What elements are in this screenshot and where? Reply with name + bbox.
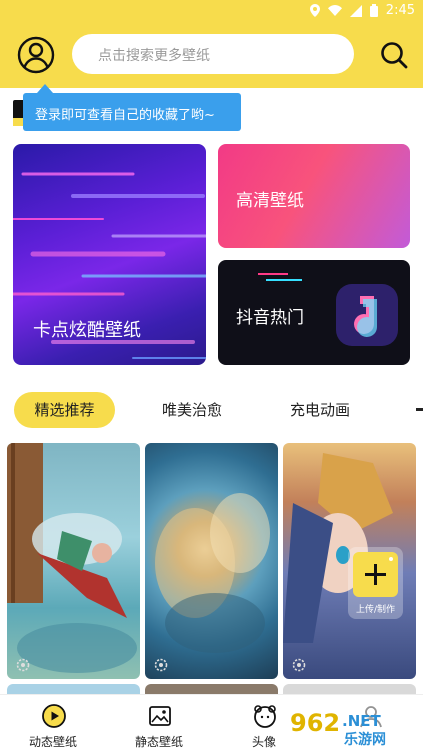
wallpaper-thumbnail[interactable] xyxy=(7,443,140,679)
gear-icon xyxy=(16,658,30,672)
feature-label: 卡点炫酷壁纸 xyxy=(33,320,141,341)
nav-item-static-wallpaper[interactable]: 静态壁纸 xyxy=(119,699,199,751)
wifi-icon xyxy=(327,5,342,16)
status-time: 2:45 xyxy=(385,3,415,18)
image-icon xyxy=(149,706,171,726)
wallpaper-art xyxy=(7,443,137,673)
feature-label: 高清壁纸 xyxy=(236,191,304,211)
svg-text:.NET: .NET xyxy=(342,712,381,730)
tab-charging-animation[interactable]: 充电动画 xyxy=(290,392,350,428)
gear-icon xyxy=(154,658,168,672)
search-placeholder: 点击搜索更多壁纸 xyxy=(98,48,210,64)
wallpaper-thumbnail[interactable] xyxy=(145,443,278,679)
wallpaper-art xyxy=(155,493,270,653)
battery-icon xyxy=(369,4,378,17)
feature-card-hd-wallpaper[interactable]: 高清壁纸 xyxy=(218,144,410,248)
nav-label: 动态壁纸 xyxy=(28,735,77,749)
upload-create-label: 上传/制作 xyxy=(355,605,396,615)
user-avatar-icon[interactable] xyxy=(17,36,55,74)
signal-icon xyxy=(349,4,362,17)
category-tabs: 精选推荐 唯美治愈 充电动画 xyxy=(0,392,423,428)
play-circle-icon xyxy=(42,704,66,728)
status-bar: 2:45 xyxy=(0,0,423,22)
tab-aesthetic-healing[interactable]: 唯美治愈 xyxy=(162,392,222,428)
nav-label: 静态壁纸 xyxy=(134,735,183,749)
face-icon xyxy=(254,705,276,728)
gear-icon xyxy=(292,658,306,672)
feature-card-douyin-hot[interactable]: 抖音热门 xyxy=(218,260,410,365)
svg-text:乐游网: 乐游网 xyxy=(344,731,386,748)
location-icon xyxy=(309,4,320,17)
header: 点击搜索更多壁纸 xyxy=(0,22,423,88)
svg-text:962: 962 xyxy=(290,709,340,737)
tab-featured[interactable]: 精选推荐 xyxy=(14,392,115,428)
tab-overflow-peek xyxy=(416,408,423,411)
search-input[interactable]: 点击搜索更多壁纸 xyxy=(72,34,354,74)
upload-plus-button[interactable] xyxy=(353,552,398,597)
login-tooltip-text: 登录即可查看自己的收藏了哟~ xyxy=(35,108,215,123)
feature-label: 抖音热门 xyxy=(236,308,304,328)
login-tooltip[interactable]: 登录即可查看自己的收藏了哟~ xyxy=(23,84,241,131)
upload-create-button[interactable]: 上传/制作 xyxy=(348,547,403,619)
status-icons: 2:45 xyxy=(309,3,415,18)
site-watermark-logo: 962 .NET 乐游网 xyxy=(284,704,420,748)
nav-item-live-wallpaper[interactable]: 动态壁纸 xyxy=(13,699,93,751)
feature-card-beat-wallpaper[interactable]: 卡点炫酷壁纸 xyxy=(13,144,206,365)
plus-icon xyxy=(365,557,393,585)
search-icon[interactable] xyxy=(379,40,409,70)
